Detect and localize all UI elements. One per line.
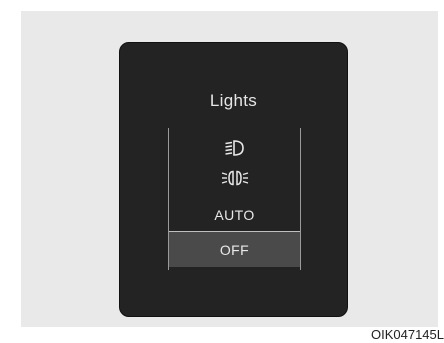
headlight-icon	[224, 139, 246, 157]
option-parking-lights[interactable]	[169, 165, 300, 191]
option-auto[interactable]: AUTO	[169, 202, 300, 228]
figure-code: OIK047145L	[370, 327, 444, 342]
option-off-selected[interactable]: OFF	[169, 231, 300, 267]
lights-settings-display: Lights AUTO OFF	[119, 42, 348, 317]
option-list-right-rail	[300, 128, 301, 270]
parking-light-icon	[220, 169, 250, 187]
option-headlights[interactable]	[169, 135, 300, 161]
lights-title: Lights	[209, 91, 258, 110]
